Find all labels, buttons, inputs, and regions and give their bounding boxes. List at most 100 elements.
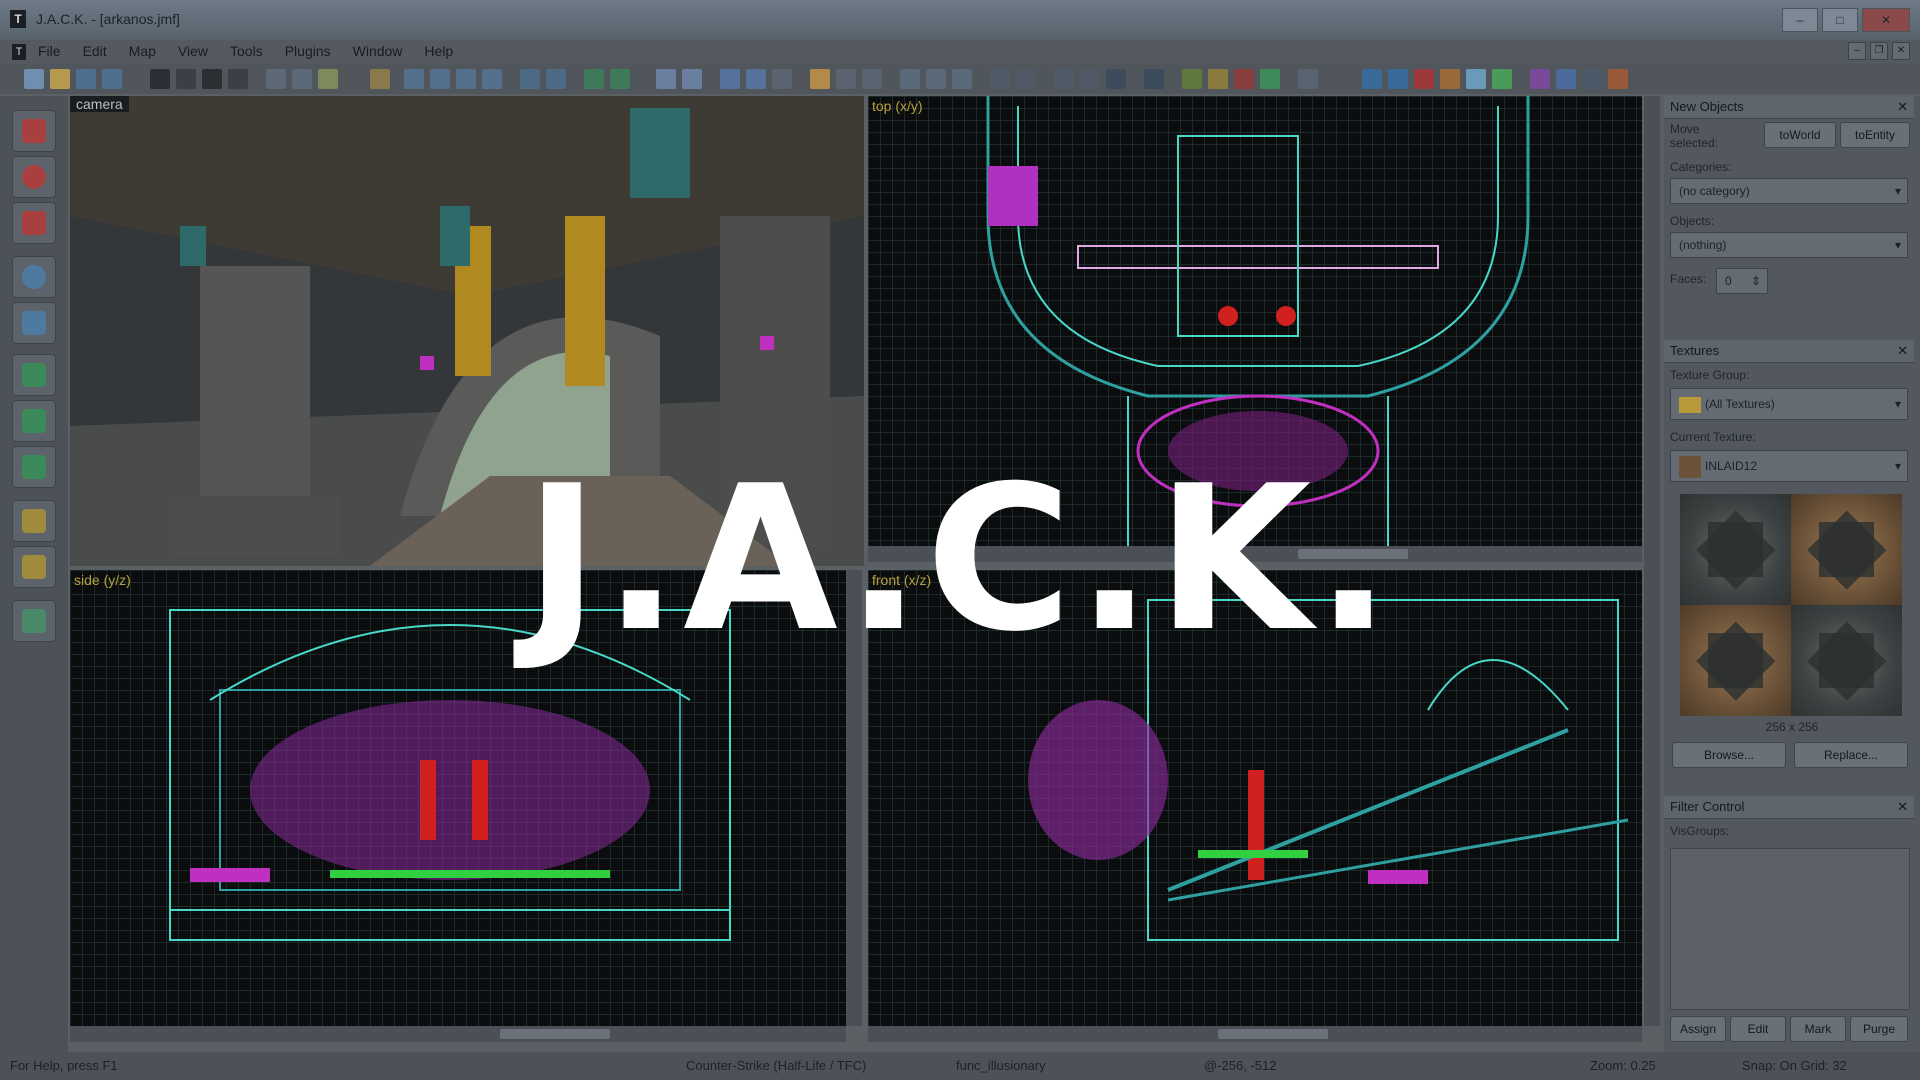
texture-group-select[interactable]: (All Textures) ▾ xyxy=(1670,388,1908,420)
rotate-right-icon[interactable] xyxy=(610,69,630,89)
paste-icon[interactable] xyxy=(862,69,882,89)
front-viewport-hscroll[interactable] xyxy=(868,1026,1642,1042)
menu-help[interactable]: Help xyxy=(424,43,453,59)
link-icon[interactable] xyxy=(772,69,792,89)
app-icon: T xyxy=(10,10,26,28)
snap-icon[interactable] xyxy=(176,69,196,89)
map-info-icon[interactable] xyxy=(1298,69,1318,89)
check-problems-icon[interactable] xyxy=(1234,69,1254,89)
entity-tool-button[interactable] xyxy=(12,256,56,298)
maximize-view-icon[interactable] xyxy=(1054,69,1074,89)
paste-special-icon[interactable] xyxy=(952,69,972,89)
open-folder-icon[interactable] xyxy=(50,69,70,89)
fullscreen-icon[interactable] xyxy=(1106,69,1126,89)
align-top-icon[interactable] xyxy=(456,69,476,89)
view-flat-icon[interactable] xyxy=(1414,69,1434,89)
undo-icon[interactable] xyxy=(370,69,390,89)
run-icon[interactable] xyxy=(1208,69,1228,89)
copy-icon[interactable] xyxy=(836,69,856,89)
minimize-button[interactable]: – xyxy=(1782,8,1818,32)
camera-tool-button[interactable] xyxy=(12,202,56,244)
apply-texture-button[interactable] xyxy=(12,400,56,442)
save-all-icon[interactable] xyxy=(102,69,122,89)
align-bottom-icon[interactable] xyxy=(482,69,502,89)
clone-icon[interactable] xyxy=(926,69,946,89)
zoom-icon[interactable] xyxy=(720,69,740,89)
categories-select[interactable]: (no category) ▾ xyxy=(1670,178,1908,204)
cube-icon[interactable] xyxy=(810,69,830,89)
new-file-icon[interactable] xyxy=(24,69,44,89)
view-textured-icon[interactable] xyxy=(1388,69,1408,89)
ruler-icon[interactable] xyxy=(1582,69,1602,89)
view-3d-icon[interactable] xyxy=(1362,69,1382,89)
show-icon[interactable] xyxy=(1016,69,1036,89)
edit-button[interactable]: Edit xyxy=(1730,1016,1786,1042)
faces-spinner[interactable]: 0 ⇕ xyxy=(1716,268,1768,294)
hollow-icon[interactable] xyxy=(292,69,312,89)
grid-icon[interactable] xyxy=(150,69,170,89)
cut-icon[interactable] xyxy=(900,69,920,89)
decal-icon[interactable] xyxy=(1556,69,1576,89)
document-icon[interactable]: T xyxy=(12,44,26,60)
carve-icon[interactable] xyxy=(266,69,286,89)
spinner-icon: ⇕ xyxy=(1750,274,1761,288)
purge-button[interactable]: Purge xyxy=(1850,1016,1908,1042)
mark-button[interactable]: Mark xyxy=(1790,1016,1846,1042)
mdi-minimize-icon[interactable]: – xyxy=(1848,42,1866,60)
close-icon[interactable]: ✕ xyxy=(1897,343,1908,359)
view-wire-icon[interactable] xyxy=(1466,69,1486,89)
compile-icon[interactable] xyxy=(1182,69,1202,89)
align-right-icon[interactable] xyxy=(430,69,450,89)
objects-select[interactable]: (nothing) ▾ xyxy=(1670,232,1908,258)
visgroups-list[interactable] xyxy=(1670,848,1910,1010)
mdi-close-icon[interactable]: ✕ xyxy=(1892,42,1910,60)
menu-edit[interactable]: Edit xyxy=(83,43,107,59)
menu-file[interactable]: File xyxy=(38,43,61,59)
close-icon[interactable]: ✕ xyxy=(1897,99,1908,115)
entity-icon[interactable] xyxy=(656,69,676,89)
wire-icon[interactable] xyxy=(228,69,248,89)
new-objects-header: New Objects ✕ xyxy=(1664,96,1914,119)
chevron-down-icon: ▾ xyxy=(1894,238,1901,252)
menu-window[interactable]: Window xyxy=(353,43,403,59)
menu-plugins[interactable]: Plugins xyxy=(285,43,331,59)
rotate-left-icon[interactable] xyxy=(584,69,604,89)
align-left-icon[interactable] xyxy=(404,69,424,89)
selection-tool-button[interactable] xyxy=(12,110,56,152)
menu-map[interactable]: Map xyxy=(129,43,156,59)
group-icon[interactable] xyxy=(318,69,338,89)
hide-icon[interactable] xyxy=(990,69,1010,89)
maximize-button[interactable]: □ xyxy=(1822,8,1858,32)
solid-icon[interactable] xyxy=(202,69,222,89)
assign-button[interactable]: Assign xyxy=(1670,1016,1726,1042)
title-bar: T J.A.C.K. - [arkanos.jmf] – □ ✕ xyxy=(0,0,1920,40)
brush-icon[interactable] xyxy=(682,69,702,89)
magnify-tool-button[interactable] xyxy=(12,156,56,198)
view-lit-icon[interactable] xyxy=(1440,69,1460,89)
path-icon[interactable] xyxy=(1608,69,1628,89)
flip-v-icon[interactable] xyxy=(546,69,566,89)
texture-app-icon[interactable] xyxy=(1530,69,1550,89)
browse-button[interactable]: Browse... xyxy=(1672,742,1786,768)
block-tool-button[interactable] xyxy=(12,302,56,344)
view-logical-icon[interactable] xyxy=(1492,69,1512,89)
to-world-button[interactable]: toWorld xyxy=(1764,122,1836,148)
close-icon[interactable]: ✕ xyxy=(1897,799,1908,815)
replace-button[interactable]: Replace... xyxy=(1794,742,1908,768)
save-icon[interactable] xyxy=(76,69,96,89)
texture-group-label: Texture Group: xyxy=(1670,368,1750,382)
camera-icon[interactable] xyxy=(1144,69,1164,89)
menu-tools[interactable]: Tools xyxy=(230,43,263,59)
texture-tool-button[interactable] xyxy=(12,354,56,396)
flip-h-icon[interactable] xyxy=(520,69,540,89)
select-icon[interactable] xyxy=(746,69,766,89)
menu-view[interactable]: View xyxy=(178,43,208,59)
textures-header: Textures ✕ xyxy=(1664,340,1914,363)
entity-report-icon[interactable] xyxy=(1260,69,1280,89)
menu-bar: T File Edit Map View Tools Plugins Windo… xyxy=(0,40,1920,64)
mdi-restore-icon[interactable]: ❐ xyxy=(1870,42,1888,60)
close-button[interactable]: ✕ xyxy=(1862,8,1910,32)
side-viewport-hscroll[interactable] xyxy=(70,1026,846,1042)
texture-lock-icon[interactable] xyxy=(1080,69,1100,89)
to-entity-button[interactable]: toEntity xyxy=(1840,122,1910,148)
